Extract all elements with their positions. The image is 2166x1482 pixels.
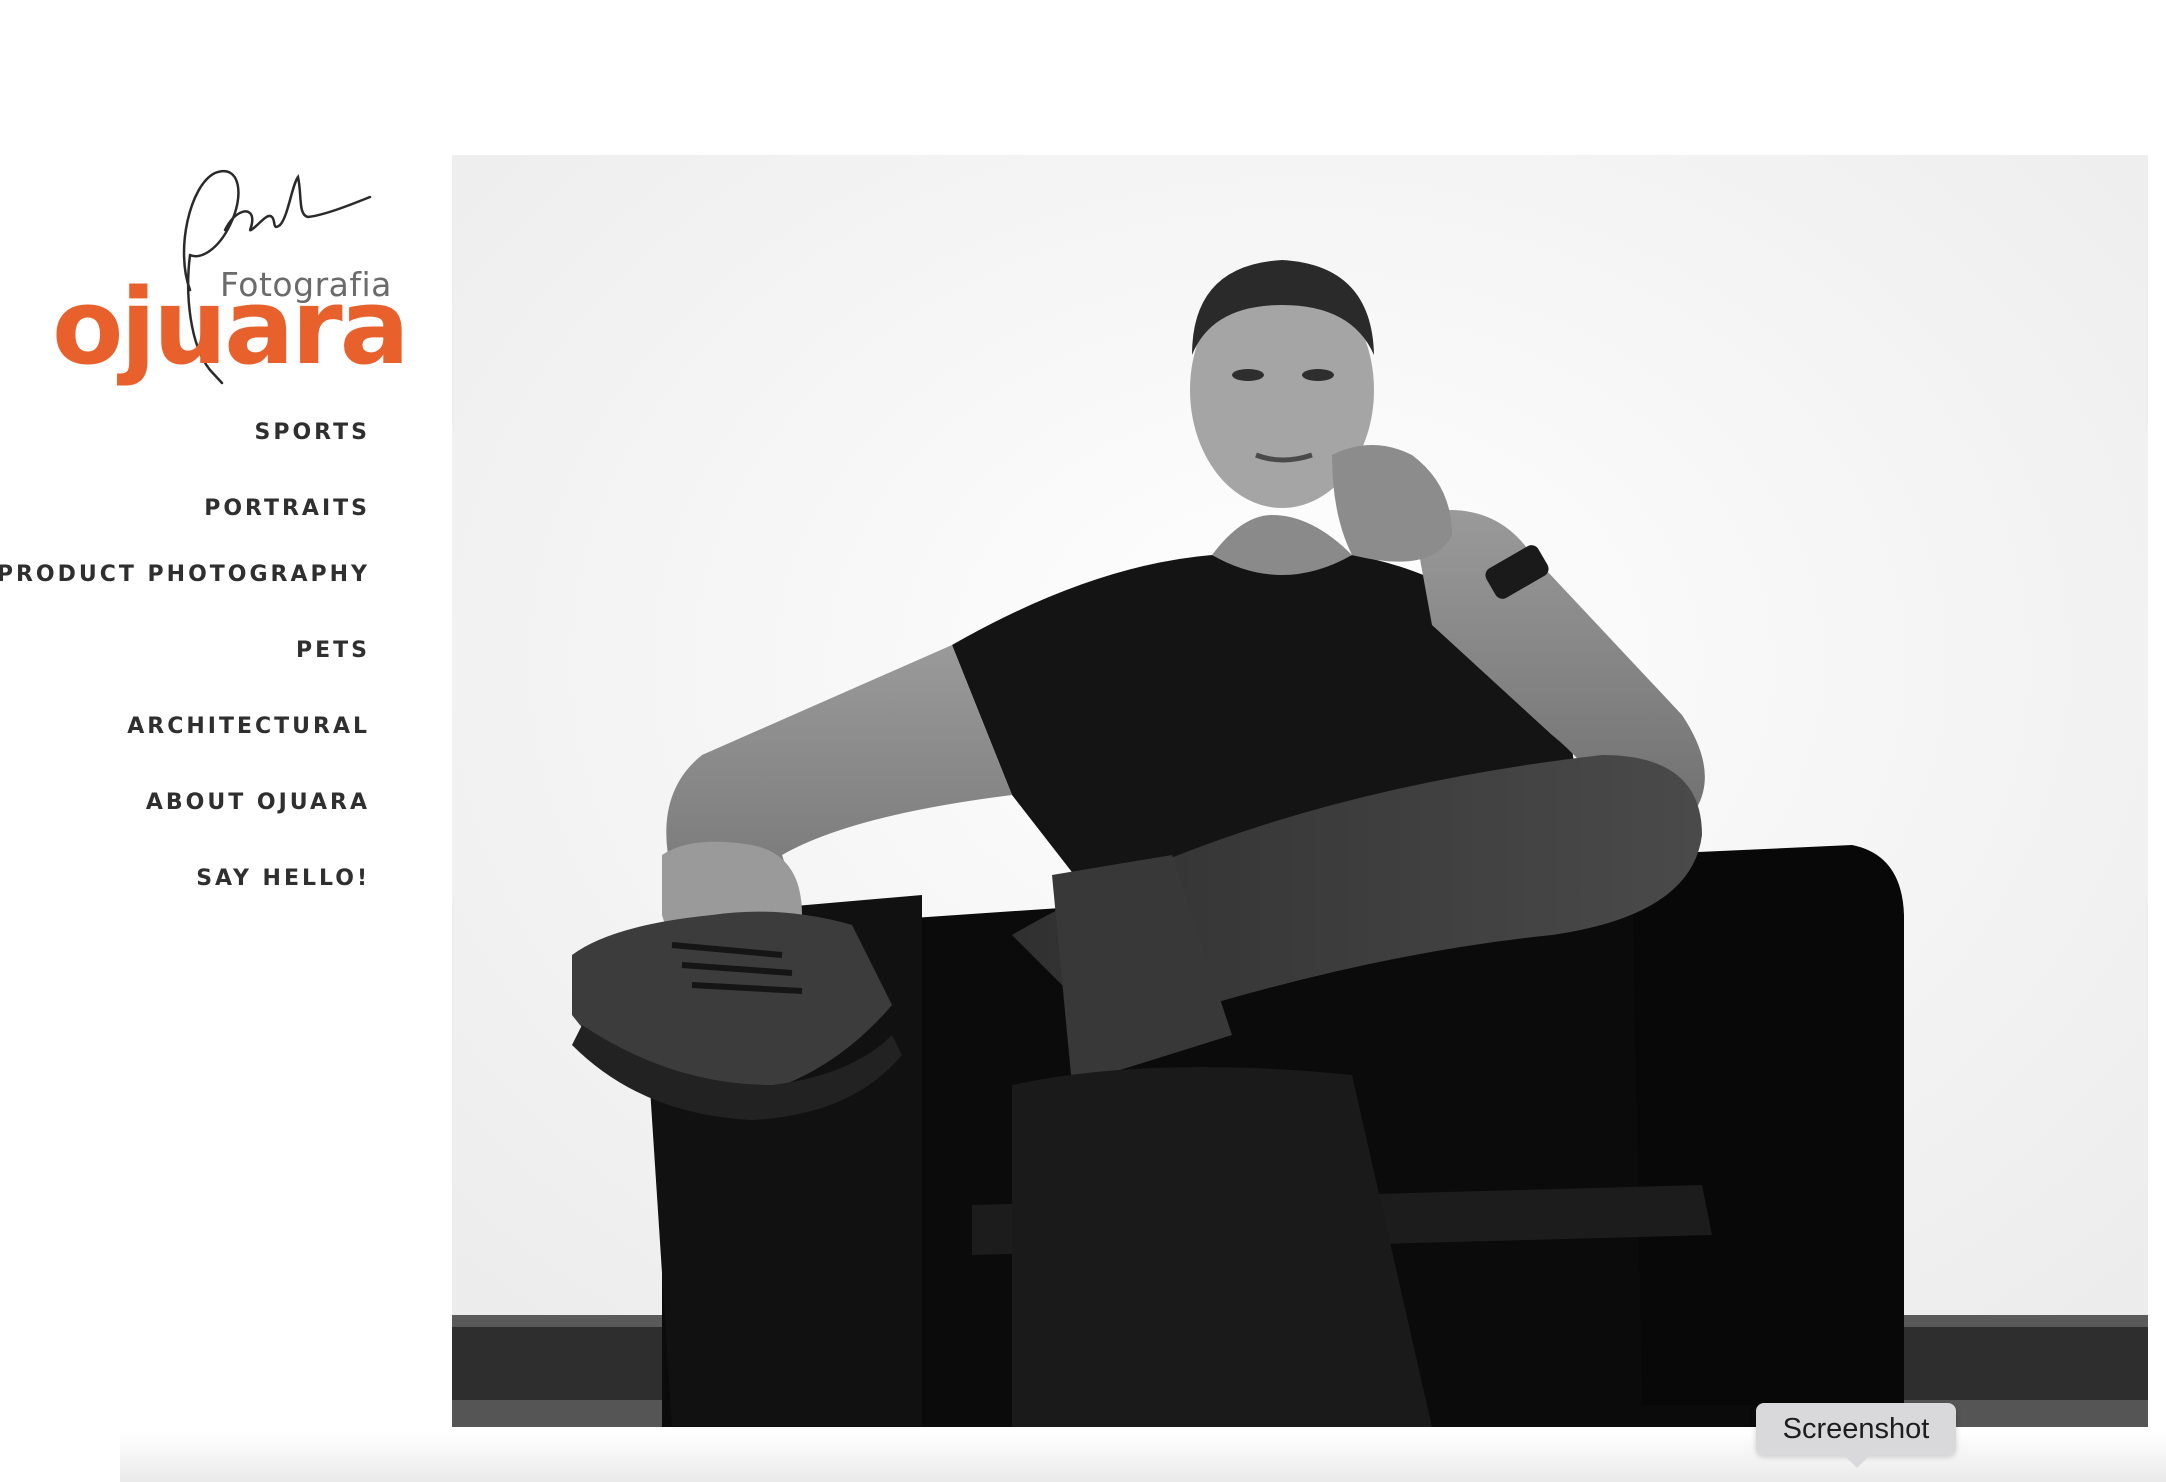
- portrait-illustration: [452, 155, 2148, 1427]
- tooltip-arrow: [1844, 1455, 1870, 1468]
- nav-item-portraits[interactable]: PORTRAITS: [204, 496, 370, 521]
- nav-item-architectural[interactable]: ARCHITECTURAL: [127, 714, 370, 739]
- screenshot-tooltip: Screenshot: [1756, 1403, 1956, 1455]
- nav-item-about-ojuara[interactable]: ABOUT OJUARA: [146, 790, 370, 815]
- nav-item-say-hello[interactable]: SAY HELLO!: [196, 866, 370, 891]
- logo-wordmark: ojuara: [52, 266, 410, 388]
- site-logo[interactable]: Fotografia ojuara: [40, 155, 410, 395]
- nav-item-pets[interactable]: PETS: [296, 638, 370, 663]
- nav-item-sports[interactable]: SPORTS: [255, 420, 370, 445]
- hero-photo: [452, 155, 2148, 1427]
- nav-item-product-photography[interactable]: PRODUCT PHOTOGRAPHY: [0, 562, 370, 587]
